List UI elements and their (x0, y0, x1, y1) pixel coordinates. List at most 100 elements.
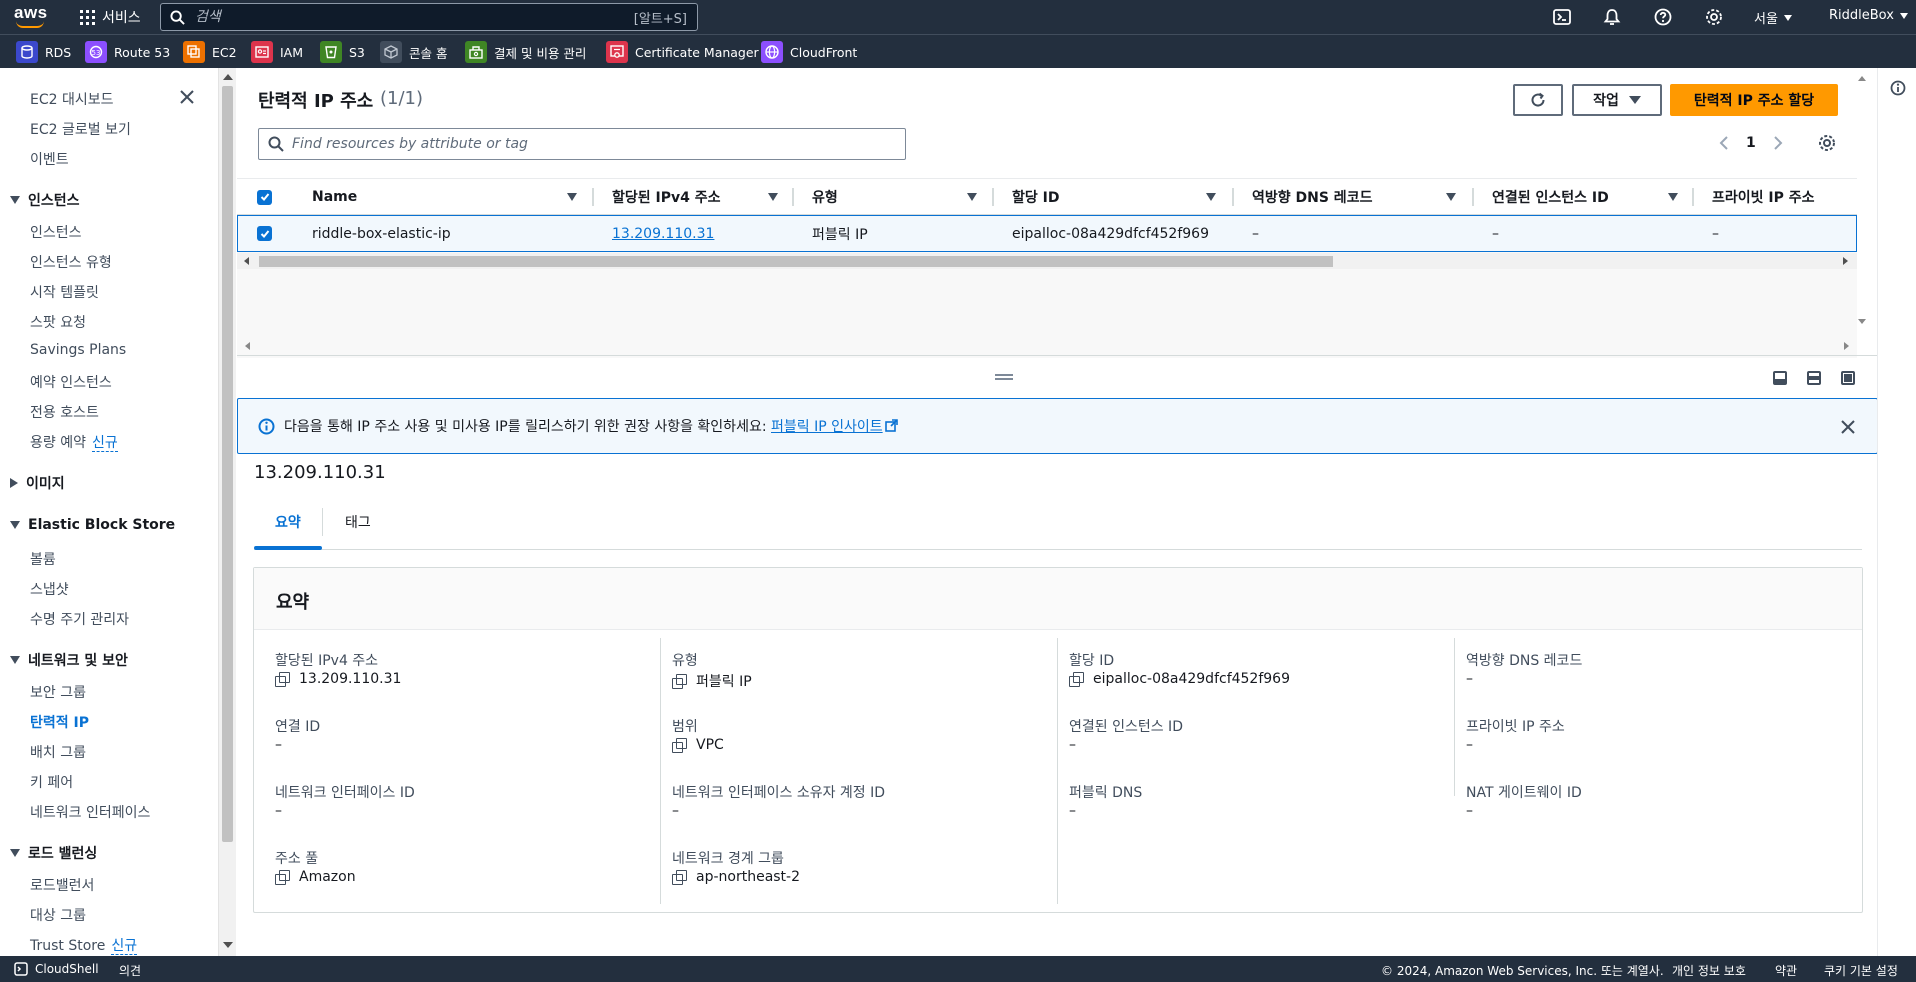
row-checkbox[interactable] (257, 216, 272, 251)
column-header-reverse-dns[interactable]: 역방향 DNS 레코드 (1252, 179, 1372, 215)
settings-icon[interactable] (1818, 134, 1836, 152)
sidebar-item-security-groups[interactable]: 보안 그룹 (30, 682, 86, 702)
cloudshell-link[interactable]: CloudShell (35, 962, 99, 976)
favorite-s3[interactable]: S3 (320, 41, 365, 63)
sidebar-item-trust-store[interactable]: Trust Store 신규 (30, 935, 138, 955)
table-row[interactable]: riddle-box-elastic-ip 13.209.110.31 퍼블릭 … (237, 215, 1857, 252)
sidebar-item-savings-plans[interactable]: Savings Plans (30, 342, 126, 358)
account-menu[interactable]: RiddleBox (1829, 8, 1908, 23)
copy-icon[interactable] (275, 870, 290, 885)
info-icon[interactable] (1890, 80, 1906, 96)
sidebar-item-elastic-ips[interactable]: 탄력적 IP (30, 712, 89, 732)
scroll-left-icon[interactable] (245, 342, 250, 350)
table-horizontal-scrollbar[interactable] (237, 253, 1857, 269)
split-bottom-icon[interactable] (1773, 371, 1787, 385)
sidebar-item-launch-templates[interactable]: 시작 템플릿 (30, 282, 99, 302)
services-menu-button[interactable]: 서비스 (80, 6, 141, 28)
cloudshell-icon[interactable] (1553, 8, 1571, 26)
sidebar-item-instance-types[interactable]: 인스턴스 유형 (30, 252, 112, 272)
filter-input[interactable] (284, 136, 905, 152)
favorite-billing[interactable]: 결제 및 비용 관리 (465, 41, 586, 63)
column-header-name[interactable]: Name (312, 179, 357, 215)
sidebar-item-snapshots[interactable]: 스냅샷 (30, 579, 69, 599)
settings-icon[interactable] (1705, 8, 1723, 26)
sidebar-item-key-pairs[interactable]: 키 페어 (30, 772, 73, 792)
sidebar-section-ebs[interactable]: Elastic Block Store (10, 517, 175, 533)
sidebar-section-images[interactable]: 이미지 (10, 473, 65, 493)
aws-logo[interactable]: aws (14, 4, 50, 30)
favorite-ec2[interactable]: EC2 (183, 41, 237, 63)
select-all-checkbox[interactable] (257, 179, 272, 215)
section-title: 이미지 (26, 476, 65, 492)
copy-icon[interactable] (672, 738, 687, 753)
sidebar-section-instances[interactable]: 인스턴스 (10, 190, 80, 210)
split-panel-handle[interactable] (995, 374, 1013, 380)
split-full-icon[interactable] (1841, 371, 1855, 385)
region-selector[interactable]: 서울 (1754, 8, 1792, 27)
sidebar-item-lifecycle-manager[interactable]: 수명 주기 관리자 (30, 609, 129, 629)
scroll-right-icon[interactable] (1844, 342, 1849, 350)
copy-icon[interactable] (1069, 672, 1084, 687)
favorite-cloudfront[interactable]: CloudFront (761, 41, 857, 63)
global-search[interactable]: [알트+S] (160, 3, 698, 31)
scroll-down-icon[interactable] (1858, 319, 1866, 324)
copy-icon[interactable] (672, 674, 687, 689)
scroll-right-icon[interactable] (1843, 257, 1848, 265)
sidebar-item-dedicated-hosts[interactable]: 전용 호스트 (30, 402, 99, 422)
feedback-link[interactable]: 의견 (119, 962, 141, 979)
ipv4-link[interactable]: 13.209.110.31 (612, 226, 714, 242)
notifications-icon[interactable] (1603, 8, 1621, 26)
sidebar-item-placement-groups[interactable]: 배치 그룹 (30, 742, 86, 762)
scrollbar-thumb[interactable] (222, 86, 233, 842)
page-number[interactable]: 1 (1746, 135, 1756, 151)
sidebar-item-events[interactable]: 이벤트 (30, 149, 69, 169)
sidebar-scrollbar[interactable] (218, 68, 236, 956)
copy-icon[interactable] (672, 870, 687, 885)
favorite-route53[interactable]: 53 Route 53 (85, 41, 170, 63)
sidebar-item-ec2-dashboard[interactable]: EC2 대시보드 (30, 89, 114, 109)
copy-icon[interactable] (275, 672, 290, 687)
help-icon[interactable] (1654, 8, 1672, 26)
tab-tags[interactable]: 태그 (345, 512, 371, 532)
favorite-iam[interactable]: IAM (251, 41, 303, 63)
column-header-instance-id[interactable]: 연결된 인스턴스 ID (1492, 179, 1609, 215)
sidebar-item-instances[interactable]: 인스턴스 (30, 222, 82, 242)
close-icon[interactable] (178, 88, 196, 106)
resource-filter[interactable] (258, 128, 906, 160)
sidebar-item-volumes[interactable]: 볼륨 (30, 549, 56, 569)
column-header-allocation-id[interactable]: 할당 ID (1012, 179, 1059, 215)
privacy-link[interactable]: 개인 정보 보호 (1672, 962, 1746, 979)
sidebar-item-target-groups[interactable]: 대상 그룹 (30, 905, 86, 925)
scrollbar-thumb[interactable] (259, 256, 1333, 267)
chevron-left-icon[interactable] (1718, 136, 1730, 150)
tab-summary[interactable]: 요약 (275, 512, 301, 532)
split-side-icon[interactable] (1807, 371, 1821, 385)
sidebar-section-load-balancing[interactable]: 로드 밸런싱 (10, 843, 97, 863)
sidebar-item-reserved-instances[interactable]: 예약 인스턴스 (30, 372, 112, 392)
scroll-down-icon[interactable] (223, 942, 233, 948)
scroll-up-icon[interactable] (223, 74, 233, 80)
terms-link[interactable]: 약관 (1775, 962, 1797, 979)
favorite-rds[interactable]: RDS (16, 41, 71, 63)
refresh-button[interactable] (1513, 84, 1563, 116)
cookie-preferences-link[interactable]: 쿠키 기본 설정 (1824, 962, 1898, 979)
scroll-up-icon[interactable] (1858, 76, 1866, 81)
sidebar-item-ec2-global-view[interactable]: EC2 글로벌 보기 (30, 119, 131, 139)
search-input[interactable] (185, 9, 634, 25)
column-header-type[interactable]: 유형 (812, 179, 838, 215)
sidebar-item-network-interfaces[interactable]: 네트워크 인터페이스 (30, 802, 150, 822)
public-ip-insights-link[interactable]: 퍼블릭 IP 인사이트 (771, 419, 883, 435)
favorite-console-home[interactable]: 콘솔 홈 (380, 41, 447, 63)
favorite-certificate-manager[interactable]: Certificate Manager (606, 41, 759, 63)
sidebar-item-load-balancers[interactable]: 로드밸런서 (30, 875, 94, 895)
close-icon[interactable] (1840, 419, 1856, 435)
sidebar-section-network-security[interactable]: 네트워크 및 보안 (10, 650, 128, 670)
sidebar-item-capacity-reservations[interactable]: 용량 예약 신규 (30, 432, 118, 452)
sidebar-item-spot-requests[interactable]: 스팟 요청 (30, 312, 86, 332)
column-header-ipv4[interactable]: 할당된 IPv4 주소 (612, 179, 721, 215)
scroll-left-icon[interactable] (244, 257, 249, 265)
allocate-elastic-ip-button[interactable]: 탄력적 IP 주소 할당 (1670, 84, 1838, 116)
actions-button[interactable]: 작업 (1572, 84, 1662, 116)
chevron-right-icon[interactable] (1772, 136, 1784, 150)
column-header-private-ip[interactable]: 프라이빗 IP 주소 (1712, 179, 1815, 215)
